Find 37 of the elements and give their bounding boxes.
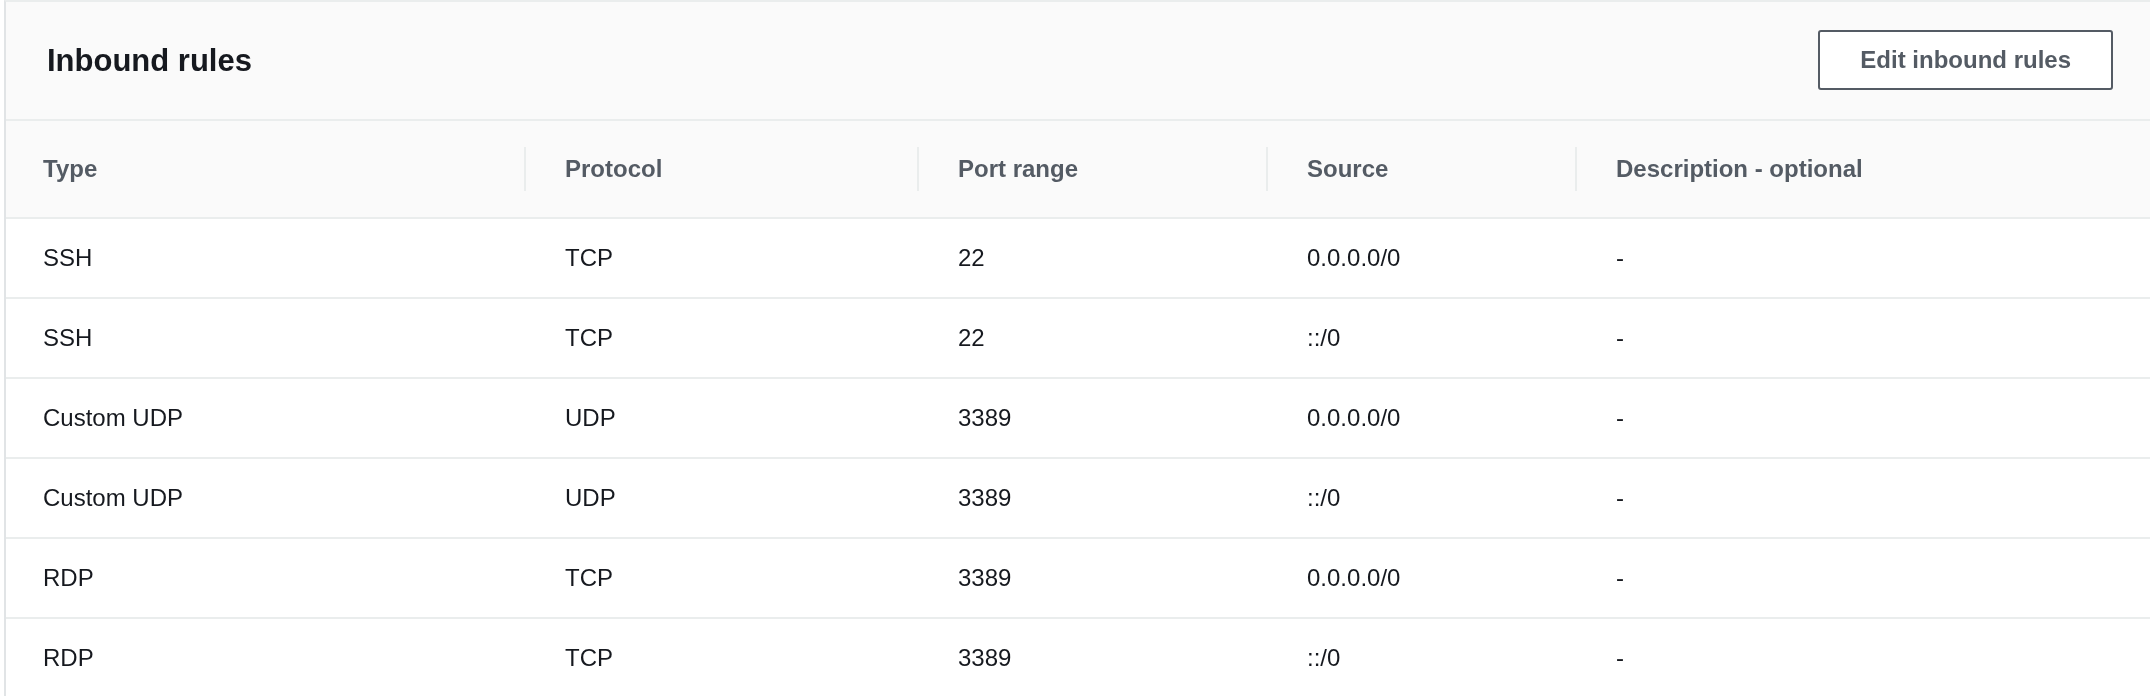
- table-cell: TCP: [565, 324, 613, 352]
- table-cell: SSH: [43, 324, 93, 352]
- table-cell: -: [1616, 484, 1624, 512]
- table-cell: 3389: [958, 564, 1012, 592]
- column-header: Type: [43, 155, 98, 183]
- table-cell: -: [1616, 244, 1624, 272]
- table-cell: 22: [958, 324, 985, 352]
- table-cell: 3389: [958, 644, 1012, 672]
- table-cell: TCP: [565, 564, 613, 592]
- table-cell: UDP: [565, 484, 616, 512]
- table-cell: 3389: [958, 484, 1012, 512]
- table-cell: 3389: [958, 404, 1012, 432]
- table-cell: -: [1616, 564, 1624, 592]
- table-cell: Custom UDP: [43, 404, 184, 432]
- column-header: Port range: [958, 155, 1079, 183]
- table-cell: ::/0: [1307, 324, 1341, 352]
- table-cell: 22: [958, 244, 985, 272]
- table-cell: UDP: [565, 404, 616, 432]
- edit-inbound-rules-button[interactable]: Edit inbound rules: [1818, 29, 2113, 90]
- table-cell: 0.0.0.0/0: [1307, 564, 1401, 592]
- column-header: Protocol: [565, 155, 663, 183]
- table-cell: -: [1616, 324, 1624, 352]
- table-cell: ::/0: [1307, 484, 1341, 512]
- table-cell: -: [1616, 404, 1624, 432]
- column-header: Source: [1307, 155, 1389, 183]
- table-cell: RDP: [43, 644, 94, 672]
- table-cell: 0.0.0.0/0: [1307, 404, 1401, 432]
- table-cell: Custom UDP: [43, 484, 184, 512]
- table-cell: TCP: [565, 644, 613, 672]
- table-cell: 0.0.0.0/0: [1307, 244, 1401, 272]
- column-header: Description - optional: [1616, 155, 1863, 183]
- table-cell: SSH: [43, 244, 93, 272]
- table-cell: RDP: [43, 564, 94, 592]
- table-cell: ::/0: [1307, 644, 1341, 672]
- panel-title: Inbound rules: [47, 42, 252, 79]
- table-cell: -: [1616, 644, 1624, 672]
- table-cell: TCP: [565, 244, 613, 272]
